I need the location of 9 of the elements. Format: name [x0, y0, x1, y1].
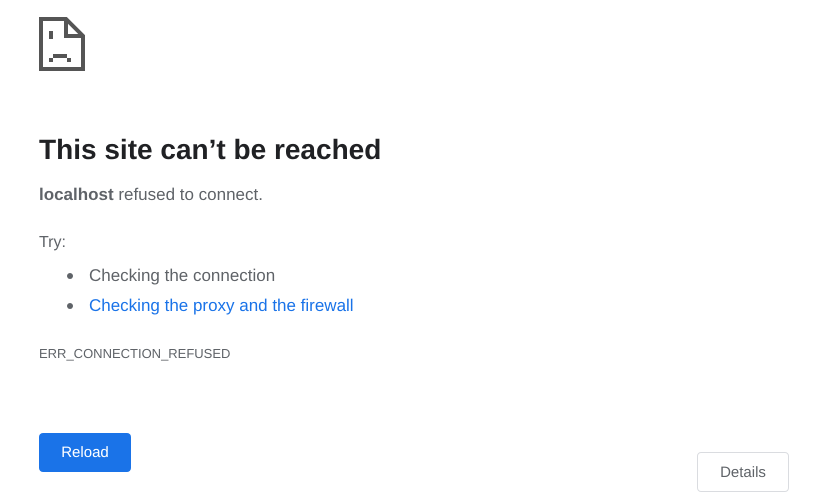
error-heading: This site can’t be reached [39, 133, 382, 167]
error-code: ERR_CONNECTION_REFUSED [39, 345, 232, 363]
error-message: localhost refused to connect. [39, 184, 264, 206]
reload-button[interactable]: Reload [39, 433, 131, 472]
suggestion-text: Checking the connection [89, 266, 276, 286]
try-label: Try: [39, 233, 67, 253]
suggestion-link[interactable]: Checking the proxy and the firewall [89, 296, 354, 316]
details-button[interactable]: Details [697, 452, 789, 492]
sad-page-icon [39, 17, 85, 71]
